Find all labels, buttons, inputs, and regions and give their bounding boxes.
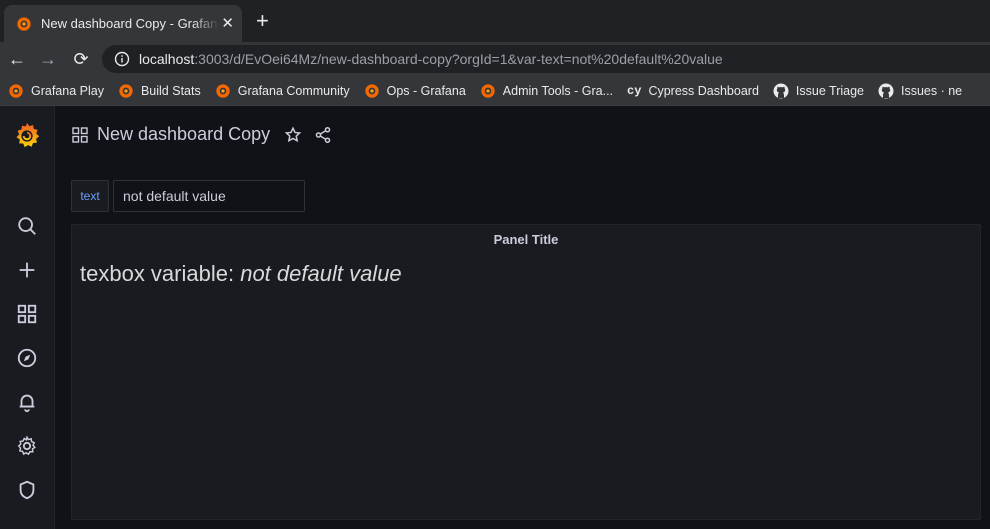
grafana-icon — [216, 83, 230, 98]
address-bar[interactable]: localhost:3003/d/EvOei64Mz/new-dashboard… — [102, 45, 990, 73]
panel-text-value: not default value — [240, 261, 402, 286]
star-icon[interactable] — [284, 126, 302, 144]
bookmark-ops-grafana[interactable]: Ops - Grafana — [364, 83, 466, 99]
settings-gear-icon[interactable] — [15, 434, 39, 458]
tab-title: New dashboard Copy - Grafana — [41, 16, 219, 31]
bookmark-issues[interactable]: Issues · ne — [878, 83, 962, 99]
github-icon — [773, 83, 789, 98]
grafana-side-menu — [0, 106, 55, 529]
grafana-icon — [364, 83, 379, 98]
back-arrow-icon[interactable]: ← — [6, 48, 28, 70]
dashboards-icon[interactable] — [15, 302, 39, 326]
bookmarks-bar: Grafana Play Build Stats Grafana Communi… — [0, 76, 990, 106]
panel-title[interactable]: Panel Title — [72, 232, 980, 247]
info-icon — [114, 51, 130, 67]
explore-icon[interactable] — [15, 346, 39, 370]
alerting-bell-icon[interactable] — [15, 390, 39, 414]
bookmark-grafana-play[interactable]: Grafana Play — [8, 83, 104, 99]
bookmark-cypress-dashboard[interactable]: cy Cypress Dashboard — [627, 84, 759, 98]
variable-label-text: text — [71, 180, 109, 212]
reload-icon[interactable]: ⟳ — [70, 48, 92, 70]
browser-toolbar: ← → ⟳ localhost:3003/d/EvOei64Mz/new-das… — [0, 42, 990, 76]
browser-tab-strip: New dashboard Copy - Grafana ✕ + — [0, 0, 990, 42]
close-icon[interactable]: ✕ — [221, 14, 234, 32]
forward-arrow-icon[interactable]: → — [37, 48, 59, 70]
panel-text-prefix: texbox variable: — [80, 261, 241, 286]
dashboard-header: New dashboard Copy — [72, 124, 332, 145]
textbox-variable-input[interactable] — [113, 180, 305, 212]
dashboard-grid-icon — [72, 126, 88, 143]
grafana-logo-icon[interactable] — [11, 120, 43, 152]
browser-tab[interactable]: New dashboard Copy - Grafana ✕ — [4, 5, 242, 42]
grafana-icon — [481, 83, 495, 98]
grafana-icon — [119, 83, 133, 98]
dashboard-main: New dashboard Copy text Panel Title texb… — [55, 106, 990, 529]
grafana-icon — [17, 16, 31, 31]
bookmark-issue-triage[interactable]: Issue Triage — [773, 83, 864, 99]
bookmark-build-stats[interactable]: Build Stats — [118, 83, 201, 99]
url-text: localhost:3003/d/EvOei64Mz/new-dashboard… — [139, 51, 723, 67]
cypress-icon: cy — [627, 83, 642, 98]
dashboard-title[interactable]: New dashboard Copy — [97, 124, 270, 145]
new-tab-button[interactable]: + — [256, 10, 269, 32]
grafana-icon — [9, 83, 23, 98]
search-icon[interactable] — [15, 214, 39, 238]
text-panel[interactable]: Panel Title texbox variable: not default… — [71, 224, 981, 520]
bookmark-admin-tools[interactable]: Admin Tools - Gra... — [480, 83, 613, 99]
github-icon — [878, 83, 894, 98]
panel-content: texbox variable: not default value — [80, 261, 402, 287]
bookmark-grafana-community[interactable]: Grafana Community — [215, 83, 350, 99]
plus-icon[interactable] — [15, 258, 39, 282]
share-icon[interactable] — [314, 126, 332, 144]
shield-icon[interactable] — [15, 478, 39, 502]
